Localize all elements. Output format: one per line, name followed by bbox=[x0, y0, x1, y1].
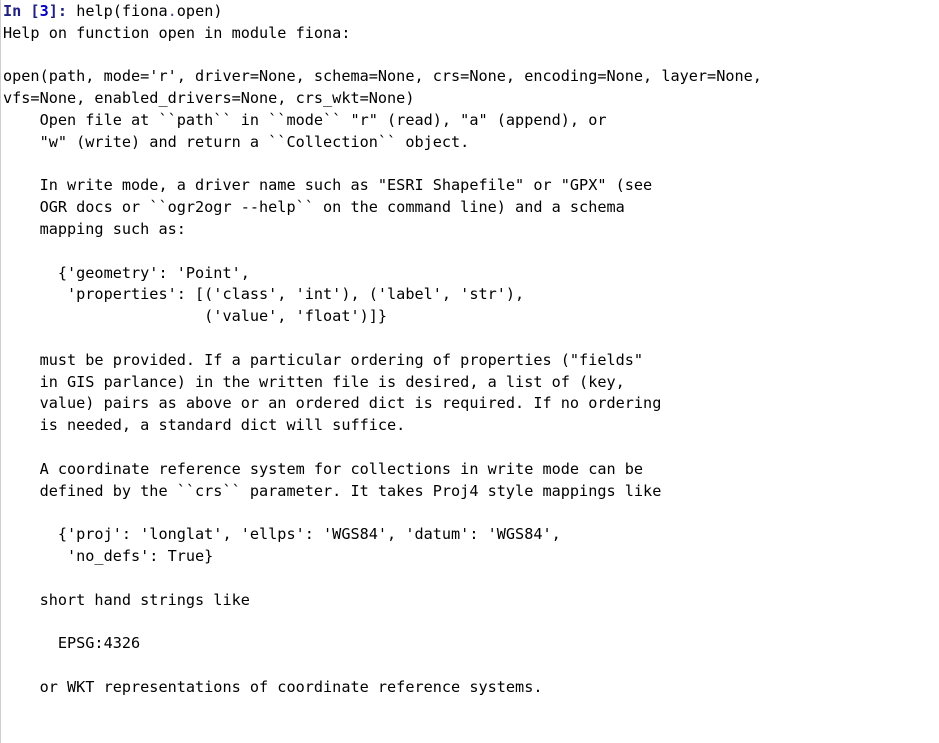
output-line: EPSG:4326 bbox=[3, 634, 141, 653]
output-line: or WKT representations of coordinate ref… bbox=[3, 677, 543, 696]
input-expression-head: help(fiona bbox=[76, 2, 168, 20]
input-expression-tail: open) bbox=[176, 2, 223, 20]
output-line: 'no_defs': True} bbox=[3, 546, 214, 565]
ipython-output-cell: In [3]: help(fiona.open) Help on functio… bbox=[0, 0, 939, 743]
input-prompt-label: In [ bbox=[3, 2, 40, 20]
output-line: OGR docs or ``ogr2ogr --help`` on the co… bbox=[3, 198, 625, 217]
output-line: short hand strings like bbox=[3, 590, 250, 609]
attribute-dot: . bbox=[167, 2, 177, 20]
output-line: mapping such as: bbox=[3, 219, 186, 238]
output-line: vfs=None, enabled_drivers=None, crs_wkt=… bbox=[3, 89, 415, 108]
output-line: ('value', 'float')]} bbox=[3, 307, 388, 326]
output-line: in GIS parlance) in the written file is … bbox=[3, 372, 625, 391]
output-line: is needed, a standard dict will suffice. bbox=[3, 416, 406, 435]
output-line: value) pairs as above or an ordered dict… bbox=[3, 394, 662, 413]
output-line: must be provided. If a particular orderi… bbox=[3, 350, 644, 369]
code-area[interactable]: In [3]: help(fiona.open) Help on functio… bbox=[3, 1, 935, 699]
input-expression-callee bbox=[67, 2, 76, 20]
output-line: {'geometry': 'Point', bbox=[3, 263, 250, 282]
input-prompt-close: ]: bbox=[48, 2, 68, 20]
output-line: open(path, mode='r', driver=None, schema… bbox=[3, 67, 762, 86]
output-line: {'proj': 'longlat', 'ellps': 'WGS84', 'd… bbox=[3, 525, 561, 544]
output-line: defined by the ``crs`` parameter. It tak… bbox=[3, 481, 662, 500]
output-line: 'properties': [('class', 'int'), ('label… bbox=[3, 285, 525, 304]
input-prompt-number: 3 bbox=[39, 2, 49, 20]
output-line: A coordinate reference system for collec… bbox=[3, 459, 644, 478]
output-line: In write mode, a driver name such as "ES… bbox=[3, 176, 653, 195]
output-line: Open file at ``path`` in ``mode`` "r" (r… bbox=[3, 110, 607, 129]
cell-left-rule bbox=[0, 0, 1, 743]
input-prompt-line: In [3]: help(fiona.open) bbox=[3, 1, 935, 23]
output-line: "w" (write) and return a ``Collection`` … bbox=[3, 132, 470, 151]
output-line: Help on function open in module fiona: bbox=[3, 23, 351, 42]
